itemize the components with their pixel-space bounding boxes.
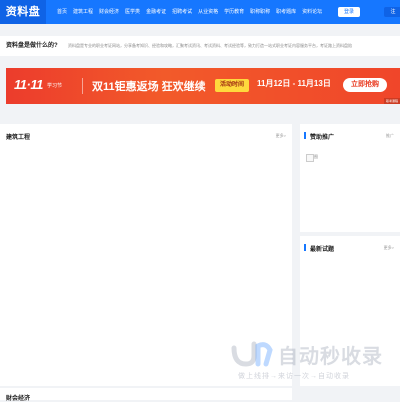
banner-cta-button[interactable]: 立即抢购 <box>343 78 387 92</box>
latest-accent-bar <box>304 244 306 251</box>
banner-divider <box>82 78 83 94</box>
register-button[interactable]: 注 <box>384 7 400 17</box>
nav-item-home[interactable]: 首页 <box>54 0 70 24</box>
nav-item-forum[interactable]: 资料论坛 <box>299 0 325 24</box>
intro-title: 资料盘是做什么的? <box>6 43 58 49</box>
banner-corner-label: 职考课程 <box>383 98 400 104</box>
sponsor-item-label[interactable]: 图 <box>314 154 318 160</box>
banner-logo-tag: 学习节 <box>47 83 63 89</box>
panel-title-sponsor: 赞助推广 <box>310 135 335 141</box>
nav-item-qualification[interactable]: 从业资格 <box>195 0 221 24</box>
nav-item-financial-cert[interactable]: 金融考证 <box>143 0 169 24</box>
nav-item-recruitment[interactable]: 招聘考试 <box>169 0 195 24</box>
more-link-construction[interactable]: 更多> <box>276 133 286 139</box>
site-intro: 资料盘是做什么的? 资料盘是专业的职业考证网站，分享备考知识、经验和攻略，汇聚考… <box>0 36 400 56</box>
top-nav-bar: 资料盘 首页 建筑工程 财会经济 医学类 金融考证 招聘考试 从业资格 学历教育… <box>0 0 400 24</box>
panel-title-finance: 财会经济 <box>6 396 31 402</box>
nav-item-construction[interactable]: 建筑工程 <box>70 0 96 24</box>
banner-time-label: 活动时间 <box>215 79 250 92</box>
nav-item-education[interactable]: 学历教育 <box>221 0 247 24</box>
latest-more-link[interactable]: 更多> <box>384 245 394 251</box>
site-logo[interactable]: 资料盘 <box>0 0 46 24</box>
panel-title-latest: 最新试题 <box>310 247 335 253</box>
banner-headline: 双11钜惠返场 狂欢继续 <box>92 81 206 93</box>
promo-banner[interactable]: 11·11 学习节 双11钜惠返场 狂欢继续 活动时间 11月12日 - 11月… <box>6 68 400 104</box>
construction-panel: 建筑工程 更多> <box>0 124 292 386</box>
nav-item-finance[interactable]: 财会经济 <box>96 0 122 24</box>
sponsor-accent-bar <box>304 132 306 139</box>
latest-questions-panel: 最新试题 更多> <box>300 236 400 386</box>
sponsor-panel: 赞助推广 推广 图 <box>300 124 400 232</box>
sponsor-more-link[interactable]: 推广 <box>386 133 394 139</box>
nav-item-medical[interactable]: 医学类 <box>122 0 143 24</box>
intro-text: 资料盘是专业的职业考证网站，分享备考知识、经验和攻略，汇聚考试资讯、考试资料、考… <box>68 43 352 48</box>
panel-title-construction: 建筑工程 <box>6 135 31 141</box>
login-button[interactable]: 登录 <box>338 7 360 17</box>
banner-time-value: 11月12日 - 11月13日 <box>257 79 331 88</box>
nav-item-titles[interactable]: 职称职称 <box>247 0 273 24</box>
finance-panel: 财会经济 <box>0 388 292 402</box>
main-nav: 首页 建筑工程 财会经济 医学类 金融考证 招聘考试 从业资格 学历教育 职称职… <box>54 0 325 24</box>
sponsor-image-icon[interactable] <box>306 154 314 162</box>
banner-logo-number: 11·11 <box>14 77 43 92</box>
nav-item-question-bank[interactable]: 职考题库 <box>273 0 299 24</box>
